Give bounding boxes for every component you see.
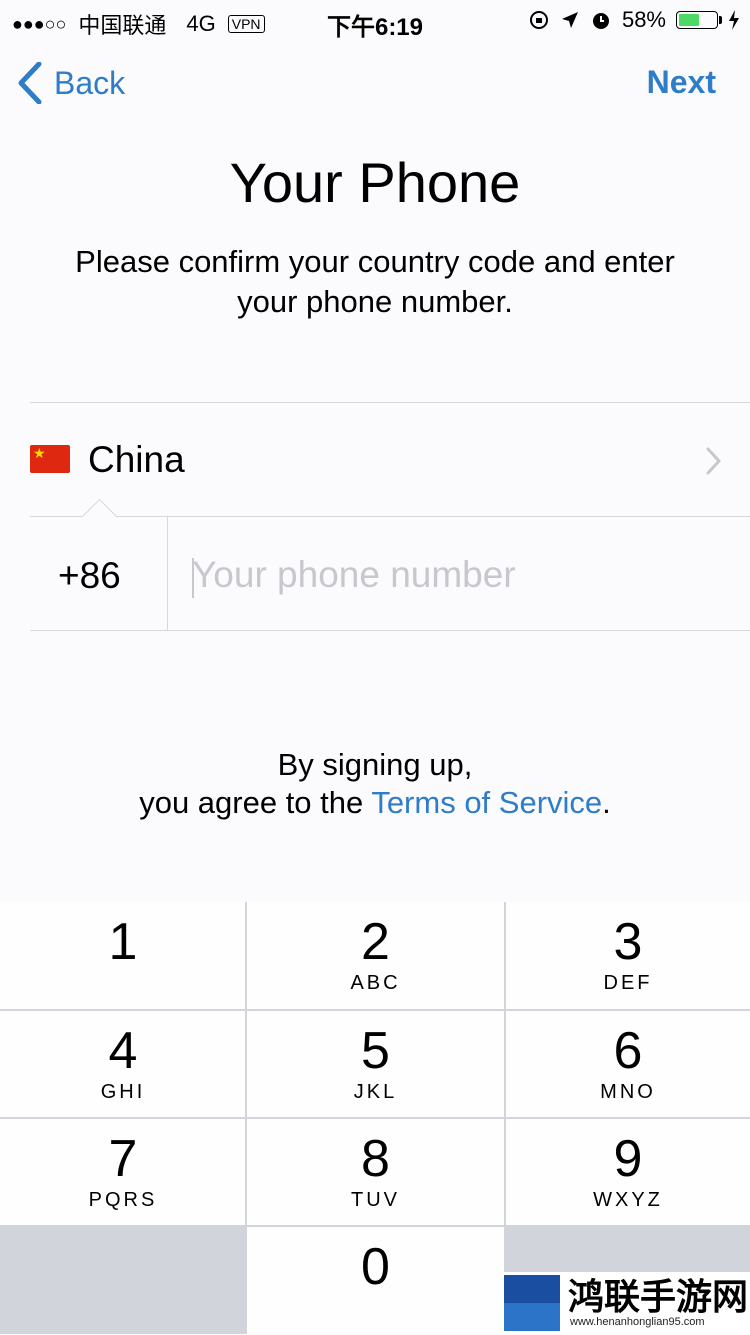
- terms-notice: By signing up, you agree to the Terms of…: [0, 746, 750, 822]
- key-3[interactable]: 3 DEF: [506, 902, 750, 1010]
- key-0[interactable]: 0: [247, 1227, 504, 1335]
- key-8[interactable]: 8 TUV: [247, 1119, 504, 1227]
- charging-bolt-icon: [729, 10, 739, 30]
- divider: [167, 517, 168, 630]
- phone-number-input[interactable]: [192, 540, 732, 610]
- watermark-title: 鸿联手游网: [568, 1276, 749, 1318]
- battery-percent: 58%: [621, 7, 666, 32]
- key-6[interactable]: 6 MNO: [506, 1011, 750, 1119]
- status-right: 58%: [528, 7, 740, 33]
- chevron-left-icon: [18, 62, 42, 104]
- divider: [504, 902, 506, 1334]
- back-button[interactable]: Back: [18, 62, 125, 104]
- key-4[interactable]: 4 GHI: [0, 1011, 246, 1119]
- terms-prefix: you agree to the: [139, 785, 372, 820]
- battery-icon: [676, 11, 722, 29]
- key-2[interactable]: 2 ABC: [247, 902, 504, 1010]
- key-9[interactable]: 9 WXYZ: [506, 1119, 750, 1227]
- next-button[interactable]: Next: [647, 64, 716, 101]
- site-watermark: 鸿联手游网 www.henanhonglian95.com: [502, 1272, 750, 1334]
- terms-suffix: .: [602, 785, 611, 820]
- flag-cn-icon: ★: [30, 445, 70, 473]
- divider: [0, 1225, 750, 1227]
- page-title: Your Phone: [229, 151, 521, 214]
- divider: [30, 630, 750, 631]
- country-code: +86: [58, 555, 121, 596]
- terms-line-2: you agree to the Terms of Service.: [0, 784, 750, 822]
- chevron-right-icon: [706, 447, 722, 475]
- country-selector[interactable]: ★ China: [30, 403, 750, 516]
- status-bar: ●●●○○ 中国联通 4G VPN 下午6:19 58%: [0, 0, 750, 41]
- key-5[interactable]: 5 JKL: [247, 1011, 504, 1119]
- divider: [0, 1117, 750, 1119]
- rotation-lock-icon: [529, 11, 548, 29]
- location-arrow-icon: [561, 12, 578, 28]
- country-code-field[interactable]: +86: [30, 498, 167, 630]
- numeric-keypad: 1 2 ABC 3 DEF 4 GHI 5 JKL 6 MNO 7 PQRS 8 TUV 9W…: [0, 902, 750, 1334]
- key-7[interactable]: 7 PQRS: [0, 1119, 246, 1227]
- country-name: China: [88, 439, 185, 480]
- divider: [0, 1009, 750, 1011]
- terms-line-1: By signing up,: [277, 747, 473, 782]
- battery-level-fill: [679, 14, 699, 26]
- back-label: Back: [54, 64, 126, 101]
- watermark-logo-icon: [504, 1275, 560, 1331]
- key-1[interactable]: 1: [0, 902, 246, 1010]
- alarm-icon: [592, 13, 609, 29]
- terms-of-service-link[interactable]: Terms of Service: [371, 785, 602, 820]
- key-blank: [0, 1227, 246, 1334]
- divider: [245, 902, 247, 1334]
- page-subtitle: Please confirm your country code and ent…: [75, 244, 675, 319]
